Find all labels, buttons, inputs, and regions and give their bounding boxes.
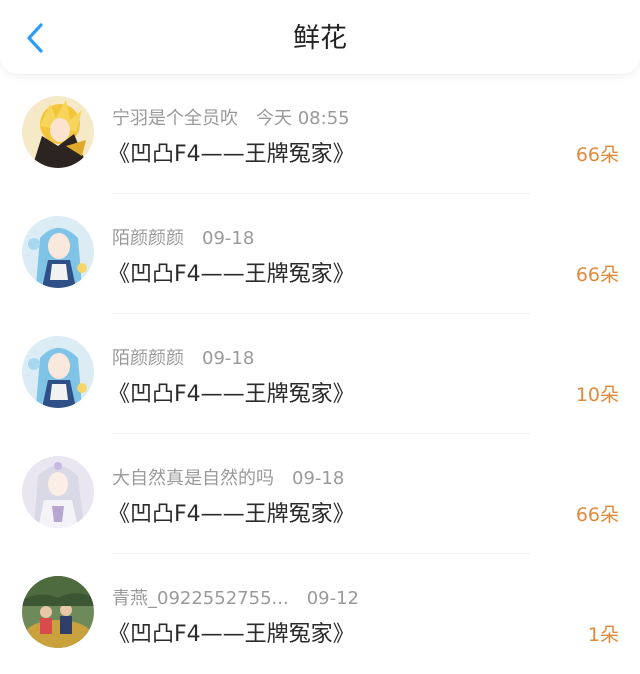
sender-meta: 宁羽是个全员吹 今天 08:55	[112, 104, 350, 130]
sender-name: 陌颜颜颜	[112, 348, 184, 369]
avatar[interactable]	[22, 216, 94, 288]
sender-name: 青燕_0922552755...	[112, 588, 289, 609]
work-title: 《凹凸F4——王牌冤家》	[108, 262, 355, 287]
work-title: 《凹凸F4——王牌冤家》	[108, 382, 355, 407]
send-time: 09-18	[202, 228, 255, 249]
blue-hair-anime-avatar-icon	[22, 336, 94, 408]
header-bar: 鲜花	[0, 0, 640, 74]
list-item[interactable]: 宁羽是个全员吹 今天 08:55 《凹凸F4——王牌冤家》 66朵	[0, 74, 640, 194]
list-item[interactable]: 大自然真是自然的吗 09-18 《凹凸F4——王牌冤家》 66朵	[0, 434, 640, 554]
list-item[interactable]: 青燕_0922552755... 09-12 《凹凸F4——王牌冤家》 1朵	[0, 554, 640, 674]
work-title: 《凹凸F4——王牌冤家》	[108, 502, 355, 527]
sender-meta: 陌颜颜颜 09-18	[112, 344, 254, 370]
avatar[interactable]	[22, 336, 94, 408]
flower-count: 66朵	[575, 144, 619, 166]
avatar[interactable]	[22, 456, 94, 528]
flower-count: 1朵	[587, 624, 619, 646]
list-item[interactable]: 陌颜颜颜 09-18 《凹凸F4——王牌冤家》 10朵	[0, 314, 640, 434]
page-title: 鲜花	[293, 23, 347, 54]
avatar[interactable]	[22, 576, 94, 648]
sender-name: 宁羽是个全员吹	[112, 108, 238, 129]
sender-meta: 陌颜颜颜 09-18	[112, 224, 254, 250]
avatar[interactable]	[22, 96, 94, 168]
work-title: 《凹凸F4——王牌冤家》	[108, 622, 355, 647]
flower-count: 66朵	[575, 504, 619, 526]
send-time: 09-12	[306, 588, 359, 609]
sender-meta: 青燕_0922552755... 09-12	[112, 584, 359, 610]
send-time: 09-18	[292, 468, 345, 489]
photo-avatar-icon	[22, 576, 94, 648]
list-item[interactable]: 陌颜颜颜 09-18 《凹凸F4——王牌冤家》 66朵	[0, 194, 640, 314]
send-time: 今天 08:55	[256, 108, 350, 129]
send-time: 09-18	[202, 348, 255, 369]
blue-hair-anime-avatar-icon	[22, 216, 94, 288]
gift-list: 宁羽是个全员吹 今天 08:55 《凹凸F4——王牌冤家》 66朵 陌颜颜颜 09-…	[0, 74, 640, 674]
flower-count: 66朵	[575, 264, 619, 286]
white-hair-anime-avatar-icon	[22, 456, 94, 528]
sender-name: 陌颜颜颜	[112, 228, 184, 249]
flower-count: 10朵	[575, 384, 619, 406]
sender-meta: 大自然真是自然的吗 09-18	[112, 464, 344, 490]
yellow-anime-avatar-icon	[22, 96, 94, 168]
work-title: 《凹凸F4——王牌冤家》	[108, 142, 355, 167]
sender-name: 大自然真是自然的吗	[112, 468, 274, 489]
